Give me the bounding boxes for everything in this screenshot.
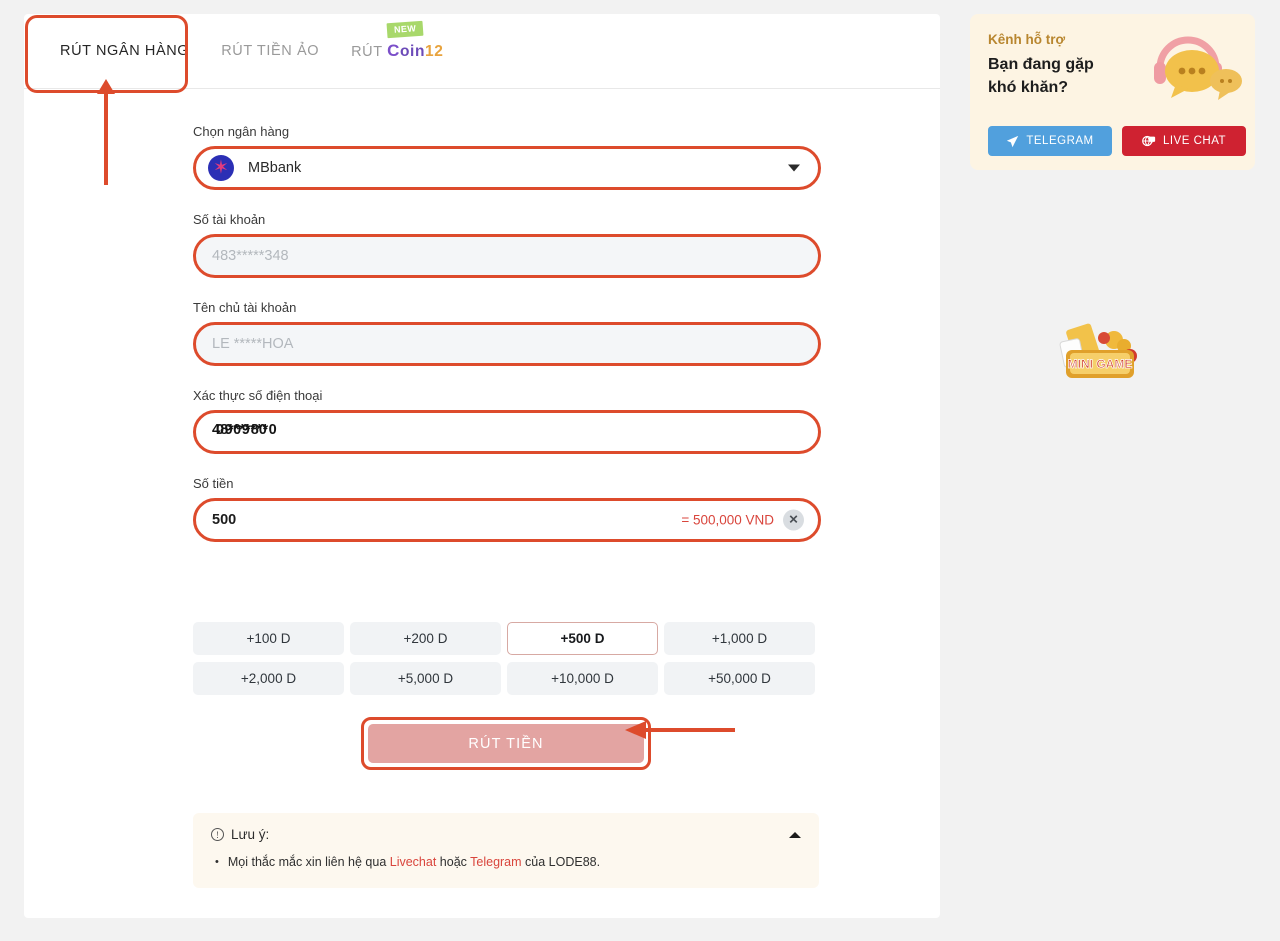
field-bank-label: Chọn ngân hàng [193, 124, 290, 139]
account-name-input[interactable]: LE *****HOA [193, 322, 821, 366]
page-root: RÚT NGÂN HÀNG RÚT TIỀN ẢO NEW RÚT Coin12… [0, 0, 1280, 941]
coin12-logo-oin: oin [399, 43, 426, 60]
coin12-logo-12: 12 [425, 43, 444, 60]
quick-amount-50000[interactable]: +50,000 D [664, 662, 815, 695]
bank-select[interactable]: ✶ MBbank [193, 146, 821, 190]
field-amount: Số tiền 500 = 500,000 VND ✕ [193, 476, 821, 542]
quick-amount-10000[interactable]: +10,000 D [507, 662, 658, 695]
annotation-arrow-left [625, 721, 735, 739]
field-account-number-label: Số tài khoản [193, 212, 266, 227]
amount-right-group: = 500,000 VND ✕ [681, 509, 804, 531]
bank-selected-value: MBbank [248, 160, 302, 176]
notice-header: ! Lưu ý: [211, 827, 801, 842]
withdraw-card: RÚT NGÂN HÀNG RÚT TIỀN ẢO NEW RÚT Coin12… [24, 14, 940, 918]
tab-coin12-withdraw[interactable]: NEW RÚT Coin12 [335, 14, 459, 88]
field-account-number: Số tài khoản 483*****348 [193, 212, 821, 278]
tab-coin12-prefix: RÚT [351, 44, 388, 60]
annotation-arrow-up [97, 79, 115, 185]
tab-bar: RÚT NGÂN HÀNG RÚT TIỀN ẢO NEW RÚT Coin12 [24, 14, 940, 89]
notice-item-text: Mọi thắc mắc xin liên hệ qua Livechat ho… [228, 855, 600, 870]
tab-bank-withdraw-label: RÚT NGÂN HÀNG [60, 43, 190, 59]
amount-value: 500 [212, 512, 237, 528]
telegram-link[interactable]: Telegram [470, 855, 521, 869]
mbbank-logo-icon: ✶ [208, 155, 234, 181]
quick-amount-200[interactable]: +200 D [350, 622, 501, 655]
livechat-link[interactable]: Livechat [390, 855, 437, 869]
minigame-label: MINI GAME [1068, 357, 1133, 371]
support-title: Bạn đang gặp khó khăn? [988, 53, 1138, 99]
amount-conversion: = 500,000 VND [681, 512, 774, 528]
field-phone-label: Xác thực số điện thoại [193, 388, 323, 403]
notice-text-part3: của LODE88. [521, 855, 601, 869]
tab-bank-withdraw[interactable]: RÚT NGÂN HÀNG [44, 14, 205, 88]
notice-panel: ! Lưu ý: • Mọi thắc mắc xin liên hệ qua … [193, 813, 819, 888]
support-title-line1: Bạn đang gặp [988, 56, 1094, 73]
support-title-line2: khó khăn? [988, 79, 1069, 96]
minigame-logo[interactable]: MINI GAME [1052, 318, 1148, 386]
quick-amount-100[interactable]: +100 D [193, 622, 344, 655]
field-bank: Chọn ngân hàng ✶ MBbank [193, 124, 821, 190]
tab-crypto-withdraw-label: RÚT TIỀN ẢO [221, 43, 320, 59]
live-chat-icon [1142, 135, 1156, 147]
withdraw-form: Chọn ngân hàng ✶ MBbank Số tài khoản 483… [193, 124, 821, 542]
support-buttons: TELEGRAM LIVE CHAT [988, 126, 1246, 156]
chevron-down-icon[interactable] [788, 164, 800, 172]
notice-title: Lưu ý: [231, 827, 270, 842]
amount-input[interactable]: 500 = 500,000 VND ✕ [193, 498, 821, 542]
phone-value-overlap: 48****80 0909***0 [212, 422, 412, 442]
coin12-logo-c: C [387, 41, 400, 60]
notice-list-item: • Mọi thắc mắc xin liên hệ qua Livechat … [211, 855, 801, 870]
withdraw-submit-button[interactable]: RÚT TIỀN [368, 724, 644, 763]
support-panel: Kênh hỗ trợ Bạn đang gặp khó khăn? TELEG… [970, 14, 1255, 170]
account-number-input[interactable]: 483*****348 [193, 234, 821, 278]
field-account-name-label: Tên chủ tài khoản [193, 300, 297, 315]
submit-highlight-box: RÚT TIỀN [361, 717, 651, 770]
quick-amount-2000[interactable]: +2,000 D [193, 662, 344, 695]
livechat-button[interactable]: LIVE CHAT [1122, 126, 1246, 156]
field-phone: Xác thực số điện thoại 48****80 0909***0 [193, 388, 821, 454]
paper-plane-icon [1007, 135, 1019, 147]
clear-amount-icon[interactable]: ✕ [783, 509, 804, 531]
bullet-icon: • [215, 856, 219, 868]
chevron-up-icon[interactable] [789, 831, 801, 838]
quick-amount-500[interactable]: +500 D [507, 622, 658, 655]
notice-text-part1: Mọi thắc mắc xin liên hệ qua [227, 855, 390, 869]
quick-amount-1000[interactable]: +1,000 D [664, 622, 815, 655]
account-name-placeholder: LE *****HOA [212, 336, 294, 352]
telegram-button-label: TELEGRAM [1026, 135, 1094, 147]
field-account-name: Tên chủ tài khoản LE *****HOA [193, 300, 821, 366]
headset-chat-bubbles-icon [1154, 36, 1242, 100]
notice-title-group: ! Lưu ý: [211, 827, 269, 842]
phone-value-layer2: 0909***0 [216, 422, 278, 438]
telegram-button[interactable]: TELEGRAM [988, 126, 1112, 156]
livechat-button-label: LIVE CHAT [1162, 135, 1227, 147]
phone-input[interactable]: 48****80 0909***0 [193, 410, 821, 454]
bank-select-wrap: ✶ MBbank [193, 146, 821, 190]
field-amount-label: Số tiền [193, 476, 234, 491]
tab-crypto-withdraw[interactable]: RÚT TIỀN ẢO [205, 14, 335, 88]
new-badge: NEW [386, 20, 424, 39]
account-number-placeholder: 483*****348 [212, 248, 289, 264]
info-icon: ! [211, 828, 224, 841]
quick-amount-5000[interactable]: +5,000 D [350, 662, 501, 695]
quick-amount-grid: +100 D +200 D +500 D +1,000 D +2,000 D +… [193, 622, 819, 695]
notice-text-part2: hoặc [436, 855, 471, 869]
